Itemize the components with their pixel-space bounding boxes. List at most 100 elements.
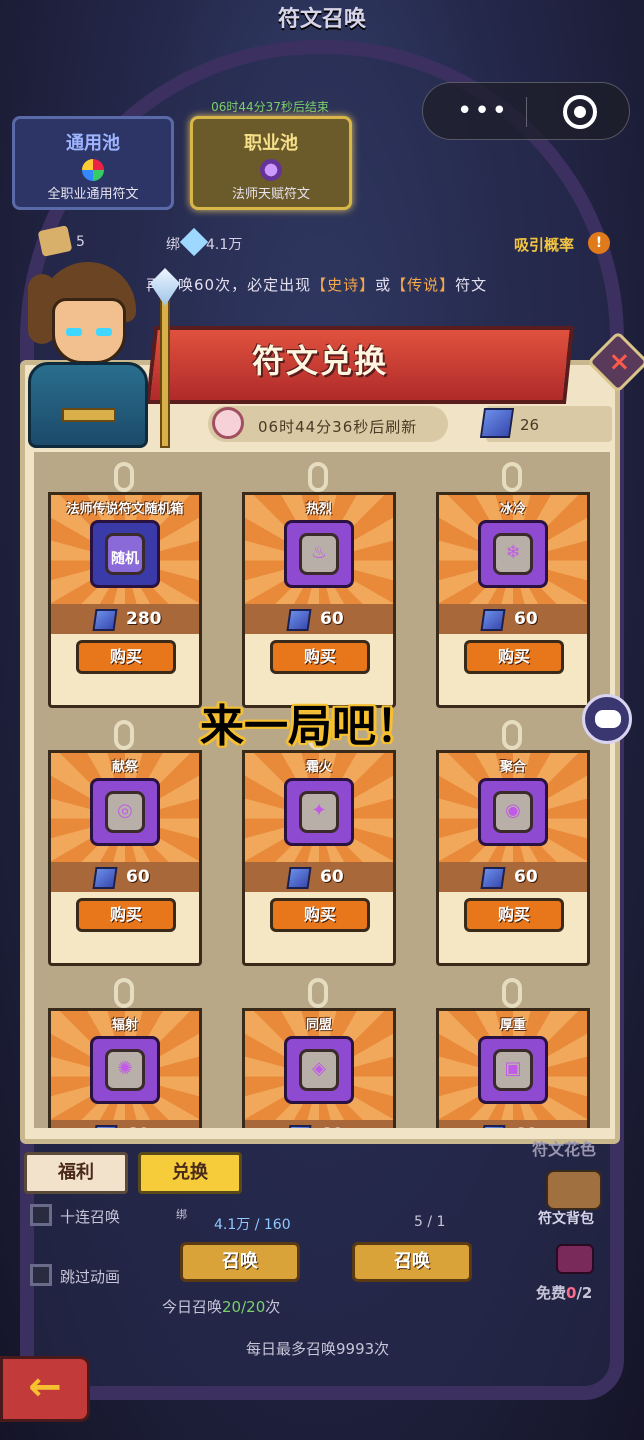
free-count: 免费0/2 — [536, 1282, 592, 1303]
buy-button[interactable]: 购买 — [270, 640, 370, 674]
price-bar — [51, 604, 199, 634]
summon-gem-button[interactable]: 召唤 — [180, 1242, 300, 1282]
tab-exchange[interactable]: 兑换 — [138, 1152, 242, 1194]
price-bar — [245, 604, 393, 634]
free-used: 0 — [566, 1284, 577, 1302]
rune-tablet: ❄ — [493, 533, 533, 575]
capsule-divider — [526, 97, 527, 127]
frostfire-rune-icon: ✦ — [284, 778, 354, 846]
chat-button[interactable] — [582, 694, 632, 744]
refresh-timer: 06时44分36秒后刷新 — [258, 418, 418, 436]
item-name: 聚合 — [499, 760, 526, 775]
hero-robe — [28, 362, 148, 448]
item-name: 辐射 — [111, 1018, 138, 1033]
today-prefix: 今日召唤 — [162, 1298, 223, 1316]
hero-face — [52, 298, 126, 364]
item-price: 60 — [514, 609, 538, 629]
today-count: 20/20 — [222, 1298, 266, 1316]
guarantee-suffix: 符文 — [455, 276, 488, 294]
tab-class-pool[interactable]: 职业池 法师天赋符文 — [190, 116, 352, 210]
buy-button[interactable]: 购买 — [270, 898, 370, 932]
buy-button[interactable]: 购买 — [464, 640, 564, 674]
rune-shard-icon — [286, 867, 312, 889]
rune-bag-label[interactable]: 符文背包 — [538, 1208, 594, 1228]
radiation-rune-icon: ✺ — [90, 1036, 160, 1104]
item-glyph: ♨ — [310, 542, 328, 563]
summon-scroll-button[interactable]: 召唤 — [352, 1242, 472, 1282]
mage-rune-icon — [260, 159, 282, 181]
shop-item-sacrifice: 献祭 ◎ 60 购买 — [48, 716, 202, 966]
converge-rune-icon: ◉ — [478, 778, 548, 846]
price-bar — [245, 1120, 393, 1128]
rune-tablet: ▣ — [493, 1049, 533, 1091]
item-glyph: 随机 — [111, 551, 139, 567]
rune-shard-icon — [480, 609, 506, 631]
ten-summon-checkbox[interactable] — [30, 1204, 52, 1226]
hero-eye-right — [96, 328, 112, 336]
buy-button[interactable]: 购买 — [76, 640, 176, 674]
hanger-icon — [308, 978, 328, 1008]
guarantee-legendary: 【传说】 — [391, 276, 456, 294]
hero-belt — [62, 408, 116, 422]
item-price: 60 — [126, 1125, 150, 1128]
hero-staff — [160, 298, 170, 448]
item-price: 60 — [126, 867, 150, 887]
rune-bag-icon[interactable] — [546, 1170, 602, 1210]
tab-welfare[interactable]: 福利 — [24, 1152, 128, 1194]
daily-max-text: 每日最多召唤9993次 — [246, 1340, 390, 1358]
probability-link[interactable]: 吸引概率 — [514, 234, 574, 255]
guarantee-epic: 【史诗】 — [311, 276, 376, 294]
rune-shard-icon — [479, 408, 515, 438]
mini-program-capsule: ••• — [422, 82, 630, 140]
back-button[interactable]: ← — [0, 1356, 90, 1422]
buy-button[interactable]: 购买 — [76, 898, 176, 932]
hanger-icon — [308, 462, 328, 492]
chat-bubble-icon — [595, 710, 621, 728]
fire-rune-icon: ♨ — [284, 520, 354, 588]
more-icon[interactable]: ••• — [457, 97, 509, 125]
sacrifice-rune-icon: ◎ — [90, 778, 160, 846]
gem-cost: 4.1万 / 160 — [214, 1217, 291, 1233]
item-name: 霜火 — [305, 760, 332, 775]
item-glyph: ◈ — [312, 1058, 326, 1079]
ten-summon-label: 十连召唤 — [60, 1208, 121, 1226]
class-pool-title: 职业池 — [244, 133, 298, 154]
hanger-icon — [502, 720, 522, 750]
item-price: 60 — [320, 609, 344, 629]
shop-item-random-box: 法师传说符文随机箱 随机 280 购买 — [48, 458, 202, 708]
rune-tablet: 随机 — [105, 533, 145, 575]
free-suffix: /2 — [576, 1284, 593, 1302]
page-title: 符文召唤 — [277, 7, 366, 32]
close-miniprogram-icon[interactable] — [563, 95, 597, 129]
back-arrow-icon: ← — [28, 1364, 62, 1410]
guarantee-or: 或 — [375, 276, 392, 294]
item-name: 同盟 — [305, 1018, 332, 1033]
buy-button[interactable]: 购买 — [464, 898, 564, 932]
info-icon[interactable]: ! — [588, 232, 610, 254]
item-price: 60 — [514, 867, 538, 887]
rune-tablet: ◈ — [299, 1049, 339, 1091]
rune-shard-icon — [92, 1125, 118, 1128]
item-glyph: ✺ — [117, 1058, 133, 1079]
item-price: 280 — [126, 609, 162, 629]
tab-general-pool[interactable]: 通用池 全职业通用符文 — [12, 116, 174, 210]
shop-item-converge: 聚合 ◉ 60 购买 — [436, 716, 590, 966]
price-bar — [439, 862, 587, 892]
item-glyph: ◎ — [117, 800, 133, 821]
general-pool-subtitle: 全职业通用符文 — [47, 187, 139, 202]
currency-balance: 26 — [520, 416, 540, 434]
rune-tablet: ◉ — [493, 791, 533, 833]
skip-animation-checkbox[interactable] — [30, 1264, 52, 1286]
price-bar — [245, 862, 393, 892]
hanger-icon — [114, 720, 134, 750]
mage-hero-portrait — [22, 258, 180, 452]
close-icon: × — [608, 346, 631, 377]
scroll-cost: 5 / 1 — [414, 1214, 446, 1230]
price-bar — [439, 1120, 587, 1128]
video-ad-icon[interactable] — [556, 1244, 594, 1274]
shop-grid[interactable]: 法师传说符文随机箱 随机 280 购买 热烈 ♨ 60 购买 冰冷 ❄ 60 购… — [34, 452, 610, 1128]
rune-shard-icon — [480, 867, 506, 889]
rune-tablet: ◎ — [105, 791, 145, 833]
shop-item-cold: 冰冷 ❄ 60 购买 — [436, 458, 590, 708]
rune-shard-icon — [480, 1125, 506, 1128]
